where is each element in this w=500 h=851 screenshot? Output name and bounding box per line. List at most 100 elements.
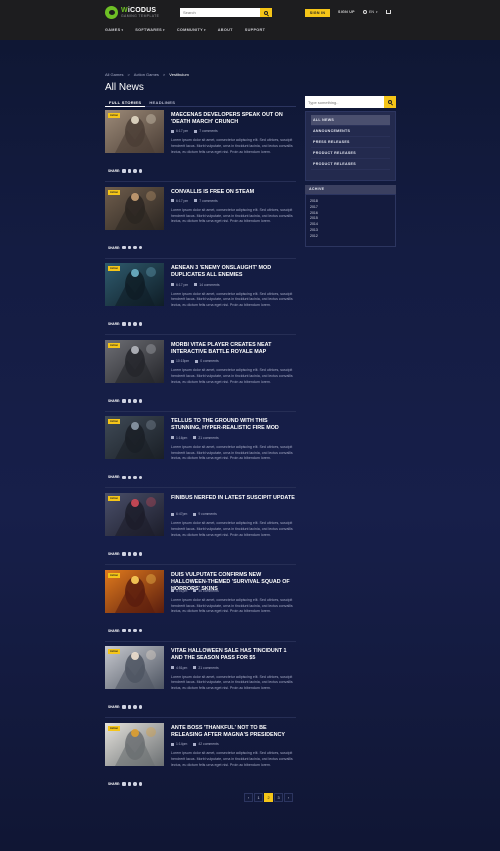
news-post: Action Aenean 3 'Enemy Onslaught' mod dup… — [105, 263, 296, 336]
post-excerpt: Lorem ipsum dolor sit amet, consectetur … — [171, 597, 293, 614]
instagram-icon[interactable] — [138, 169, 143, 173]
pinterest-icon[interactable] — [133, 169, 137, 173]
post-comments[interactable]: 9 comments — [198, 512, 216, 516]
pinterest-icon[interactable] — [133, 782, 137, 786]
pinterest-icon[interactable] — [133, 475, 137, 480]
cart-icon[interactable] — [386, 10, 391, 14]
nav-item-community[interactable]: COMMUNITY▾ — [177, 28, 206, 32]
pagination-page-1[interactable]: 1 — [254, 793, 263, 802]
post-title-link[interactable]: Convallis is free on Steam — [171, 189, 295, 196]
post-thumbnail[interactable]: Action — [105, 186, 164, 230]
post-thumbnail[interactable]: Action — [105, 722, 164, 766]
sign-up-link[interactable]: SIGN UP — [338, 10, 355, 14]
post-meta: 6:17 pm 14 comments — [171, 283, 220, 287]
post-thumbnail[interactable]: Action — [105, 493, 164, 536]
facebook-icon[interactable] — [122, 628, 126, 633]
facebook-icon[interactable] — [122, 552, 126, 556]
post-comments[interactable]: 14 comments — [199, 283, 219, 287]
calendar-icon — [171, 512, 174, 516]
post-divider — [105, 564, 296, 565]
facebook-icon[interactable] — [122, 245, 126, 250]
twitter-icon[interactable] — [127, 399, 132, 403]
post-comments[interactable]: 0 comments — [200, 359, 218, 363]
post-comments[interactable]: 21 comments — [198, 666, 218, 670]
post-comments[interactable]: 40 comments — [198, 589, 218, 593]
twitter-icon[interactable] — [127, 552, 132, 556]
share-label: SHARE: — [108, 398, 121, 403]
twitter-icon[interactable] — [127, 705, 132, 709]
sign-in-button[interactable]: SIGN IN — [305, 9, 330, 17]
pinterest-icon[interactable] — [133, 322, 137, 326]
sidebar-search-button[interactable] — [384, 96, 396, 108]
post-thumbnail[interactable]: Action — [105, 646, 164, 690]
post-title-link[interactable]: Finibus nerfed in latest suscipit update — [171, 495, 295, 502]
twitter-icon[interactable] — [127, 628, 132, 633]
instagram-icon[interactable] — [138, 245, 143, 250]
sidebar-category-all-news[interactable]: ALL NEWS — [311, 115, 390, 126]
post-thumbnail[interactable]: Action — [105, 569, 164, 613]
instagram-icon[interactable] — [138, 399, 143, 403]
sidebar-search-input[interactable] — [305, 96, 384, 108]
instagram-icon[interactable] — [138, 628, 143, 633]
sidebar-category-press-releases[interactable]: PRESS RELEASES — [311, 137, 390, 148]
instagram-icon[interactable] — [138, 782, 143, 786]
site-logo[interactable]: WiCODUS GAMING TEMPLATE — [105, 6, 159, 19]
pinterest-icon[interactable] — [133, 552, 137, 556]
facebook-icon[interactable] — [122, 782, 126, 786]
language-selector[interactable]: EN ▾ — [363, 10, 378, 14]
archive-year-link[interactable]: 2012 — [310, 234, 391, 240]
post-comments[interactable]: 7 comments — [199, 199, 217, 203]
twitter-icon[interactable] — [127, 169, 132, 173]
pagination-next-button[interactable]: › — [284, 793, 293, 802]
pagination-page-2[interactable]: 2 — [264, 793, 273, 802]
post-title-link[interactable]: Maecenas developers speak out on 'Death … — [171, 112, 295, 126]
header-search-button[interactable] — [260, 8, 272, 17]
tab-full-stories[interactable]: FULL STORIES — [105, 98, 146, 107]
pinterest-icon[interactable] — [133, 628, 137, 633]
header-search-input[interactable] — [180, 8, 260, 17]
pinterest-icon[interactable] — [133, 245, 137, 250]
sidebar-category-product-releases[interactable]: PRODUCT RELEASES — [311, 148, 390, 159]
instagram-icon[interactable] — [138, 322, 143, 326]
instagram-icon[interactable] — [138, 705, 143, 709]
post-comments[interactable]: 42 comments — [198, 742, 218, 746]
pagination-page-3[interactable]: 3 — [274, 793, 283, 802]
instagram-icon[interactable] — [138, 552, 143, 556]
nav-item-about[interactable]: ABOUT — [218, 28, 233, 32]
post-thumbnail[interactable]: Action — [105, 416, 164, 460]
twitter-icon[interactable] — [127, 475, 132, 480]
post-title-link[interactable]: Vitae Halloween sale has tincidunt 1 and… — [171, 648, 295, 662]
facebook-icon[interactable] — [122, 475, 126, 480]
pagination-prev-button[interactable]: ‹ — [244, 793, 253, 802]
post-comments[interactable]: 21 comments — [198, 436, 218, 440]
pinterest-icon[interactable] — [133, 399, 137, 403]
post-title-link[interactable]: Morbi vitae player creates neat interact… — [171, 342, 295, 356]
sidebar-category-announcements[interactable]: ANNOUNCEMENTS — [311, 126, 390, 137]
nav-item-games[interactable]: GAMES▾ — [105, 28, 123, 32]
twitter-icon[interactable] — [127, 782, 132, 786]
post-title-link[interactable]: Tellus to the ground with this stunning,… — [171, 418, 295, 432]
sidebar-category-product-releases[interactable]: PRODUCT RELEASES — [311, 159, 390, 170]
pinterest-icon[interactable] — [133, 705, 137, 709]
post-thumbnail[interactable]: Action — [105, 339, 164, 383]
breadcrumb-item[interactable]: All Games — [105, 72, 123, 77]
twitter-icon[interactable] — [127, 322, 132, 326]
post-thumbnail[interactable]: Action — [105, 110, 164, 153]
post-meta: 4:51pm 21 comments — [171, 666, 219, 670]
facebook-icon[interactable] — [122, 322, 126, 326]
archive-header: ACHIVE — [305, 185, 396, 194]
breadcrumb-item[interactable]: Action Games — [134, 72, 159, 77]
post-title-link[interactable]: Ante Boss 'Thankful' not to be releasing… — [171, 725, 295, 739]
post-title-link[interactable]: Aenean 3 'Enemy Onslaught' mod duplicate… — [171, 265, 295, 279]
facebook-icon[interactable] — [122, 399, 126, 403]
nav-item-support[interactable]: SUPPORT — [245, 28, 265, 32]
nav-item-softwares[interactable]: SOFTWARES▾ — [135, 28, 165, 32]
facebook-icon[interactable] — [122, 169, 126, 173]
twitter-icon[interactable] — [127, 245, 132, 250]
facebook-icon[interactable] — [122, 705, 126, 709]
share-row: SHARE: — [108, 245, 143, 250]
tab-headlines[interactable]: HEADLINES — [145, 98, 179, 107]
post-comments[interactable]: 7 comments — [199, 129, 217, 133]
post-thumbnail[interactable]: Action — [105, 263, 164, 307]
instagram-icon[interactable] — [138, 475, 143, 480]
